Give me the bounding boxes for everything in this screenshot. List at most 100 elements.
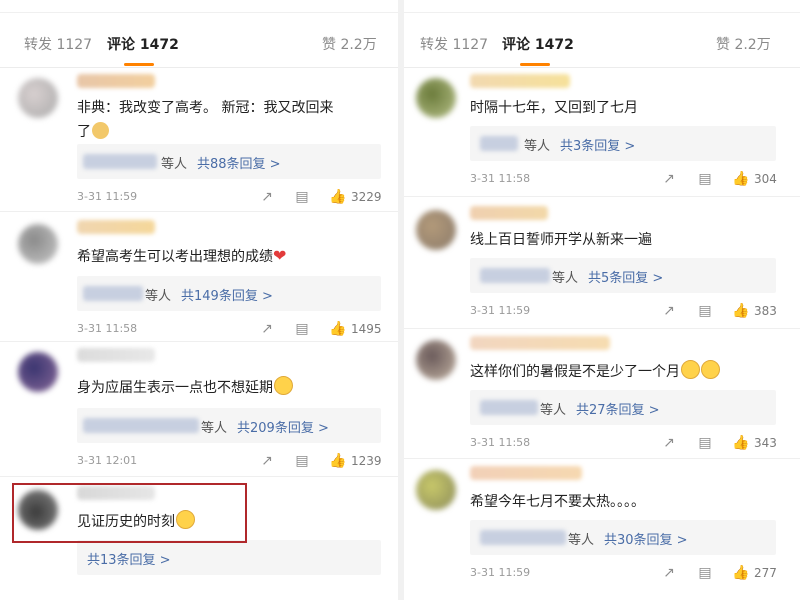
comment-meta: 3-31 11:59 ↗ ▤ 👍 3229 <box>0 188 398 208</box>
avatar[interactable] <box>416 78 456 118</box>
username[interactable] <box>470 206 548 220</box>
comment-icon[interactable]: ▤ <box>696 434 714 452</box>
like-icon[interactable]: 👍 <box>329 188 347 206</box>
tabs-divider <box>404 67 800 68</box>
share-icon[interactable]: ↗ <box>660 434 678 452</box>
comment-icon[interactable]: ▤ <box>696 302 714 320</box>
comment-line-text: 希望高考生可以考出理想的成绩 <box>77 249 273 265</box>
username[interactable] <box>77 348 155 362</box>
share-icon[interactable]: ↗ <box>660 170 678 188</box>
reply-count-link[interactable]: 共209条回复 > <box>237 417 329 436</box>
reply-preview[interactable]: 等人 共88条回复 > <box>77 144 381 179</box>
reply-preview[interactable]: 等人 共27条回复 > <box>470 390 776 425</box>
right-comments-panel: 转发 1127 评论 1472 赞 2.2万 时隔十七年，又回到了七月 等人 共… <box>404 0 800 600</box>
reply-preview[interactable]: 等人 共3条回复 > <box>470 126 776 161</box>
like-count: 277 <box>754 566 777 580</box>
reply-count-link[interactable]: 共27条回复 > <box>576 399 660 418</box>
timestamp: 3-31 11:58 <box>470 436 531 449</box>
avatar[interactable] <box>416 340 456 380</box>
active-tab-indicator <box>520 63 550 66</box>
reply-preview[interactable]: 等人 共5条回复 > <box>470 258 776 293</box>
comment-meta: 3-31 11:58 ↗ ▤ 👍 304 <box>404 170 800 190</box>
comment-icon[interactable]: ▤ <box>696 170 714 188</box>
reply-count-link[interactable]: 共88条回复 > <box>197 153 281 172</box>
avatar[interactable] <box>18 352 58 392</box>
comment-text: 线上百日誓师开学从新来一遍 <box>470 228 652 252</box>
share-icon[interactable]: ↗ <box>660 302 678 320</box>
avatar[interactable] <box>416 470 456 510</box>
reply-users <box>83 286 143 301</box>
tab-like[interactable]: 赞 2.2万 <box>716 34 771 54</box>
tab-like[interactable]: 赞 2.2万 <box>322 34 377 54</box>
share-icon[interactable]: ↗ <box>258 452 276 470</box>
reply-prefix: 等人 <box>161 157 188 172</box>
reply-preview[interactable]: 等人 共30条回复 > <box>470 520 776 555</box>
comment-line-text: 希望今年七月不要太热。。。。 <box>470 494 645 510</box>
username[interactable] <box>470 336 610 350</box>
reply-users <box>83 154 157 169</box>
username[interactable] <box>470 74 570 88</box>
like-icon[interactable]: 👍 <box>329 452 347 470</box>
like-icon[interactable]: 👍 <box>732 302 750 320</box>
reply-users <box>480 268 550 283</box>
like-count: 3229 <box>351 190 382 204</box>
username[interactable] <box>77 74 155 88</box>
timestamp: 3-31 11:58 <box>77 322 138 335</box>
share-icon[interactable]: ↗ <box>258 188 276 206</box>
tab-comment[interactable]: 评论 1472 <box>502 34 574 54</box>
comment-divider <box>0 211 398 212</box>
comment-text: 时隔十七年，又回到了七月 <box>470 96 638 120</box>
avatar[interactable] <box>18 224 58 264</box>
comment-icon[interactable]: ▤ <box>293 188 311 206</box>
share-icon[interactable]: ↗ <box>660 564 678 582</box>
like-count: 383 <box>754 304 777 318</box>
comment-line-text: 这样你们的暑假是不是少了一个月 <box>470 364 680 380</box>
reply-prefix: 等人 <box>568 533 595 548</box>
reply-count-link[interactable]: 共3条回复 > <box>560 135 635 154</box>
reply-count-link[interactable]: 共13条回复 > <box>87 549 171 568</box>
reply-preview[interactable]: 等人 共149条回复 > <box>77 276 381 311</box>
active-tab-indicator <box>124 63 154 66</box>
reply-users <box>480 400 538 415</box>
comment-icon[interactable]: ▤ <box>293 452 311 470</box>
avatar[interactable] <box>416 210 456 250</box>
like-count: 304 <box>754 172 777 186</box>
laughing-tears-emoji-icon <box>701 360 720 379</box>
timestamp: 3-31 12:01 <box>77 454 138 467</box>
like-icon[interactable]: 👍 <box>732 564 750 582</box>
reply-count-link[interactable]: 共5条回复 > <box>588 267 663 286</box>
comment-line-text: 身为应届生表示一点也不想延期 <box>77 380 273 396</box>
comment-line-text: 线上百日誓师开学从新来一遍 <box>470 232 652 248</box>
heart-emoji-icon: ❤ <box>273 246 287 265</box>
reply-preview[interactable]: 共13条回复 > <box>77 540 381 575</box>
like-icon[interactable]: 👍 <box>732 170 750 188</box>
reply-preview[interactable]: 等人 共209条回复 > <box>77 408 381 443</box>
username[interactable] <box>470 466 582 480</box>
reply-count-link[interactable]: 共30条回复 > <box>604 529 688 548</box>
tab-comment[interactable]: 评论 1472 <box>107 34 179 54</box>
highlight-box <box>12 483 247 543</box>
tab-repost[interactable]: 转发 1127 <box>24 34 92 54</box>
reply-count-link[interactable]: 共149条回复 > <box>181 285 273 304</box>
reply-users <box>480 530 566 545</box>
tab-repost[interactable]: 转发 1127 <box>420 34 488 54</box>
like-icon[interactable]: 👍 <box>732 434 750 452</box>
username[interactable] <box>77 220 155 234</box>
timestamp: 3-31 11:59 <box>470 304 531 317</box>
comment-line-text: 时隔十七年，又回到了七月 <box>470 100 638 116</box>
comment-icon[interactable]: ▤ <box>293 320 311 338</box>
comment-divider <box>0 476 398 477</box>
comment-icon[interactable]: ▤ <box>696 564 714 582</box>
comment-text: 身为应届生表示一点也不想延期 <box>77 376 293 400</box>
timestamp: 3-31 11:58 <box>470 172 531 185</box>
timestamp: 3-31 11:59 <box>77 190 138 203</box>
share-icon[interactable]: ↗ <box>258 320 276 338</box>
comment-text: 希望高考生可以考出理想的成绩❤ <box>77 244 286 269</box>
laughing-tears-emoji-icon <box>681 360 700 379</box>
timestamp: 3-31 11:59 <box>470 566 531 579</box>
like-icon[interactable]: 👍 <box>329 320 347 338</box>
reply-prefix: 等人 <box>145 289 172 304</box>
comment-line: 了 <box>77 120 333 144</box>
avatar[interactable] <box>18 78 58 118</box>
comment-meta: 3-31 11:58 ↗ ▤ 👍 1495 <box>0 320 398 340</box>
